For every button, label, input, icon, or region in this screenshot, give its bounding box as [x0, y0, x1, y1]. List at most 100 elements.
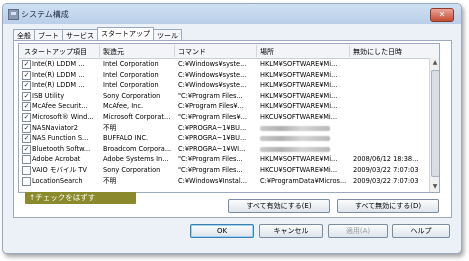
command-path: "C:¥Program Files...: [178, 155, 243, 164]
maker-name: McAfee, Inc.: [103, 102, 144, 111]
location-path: HKLM¥SOFTWARE¥Mi...: [260, 91, 338, 100]
tab-startup[interactable]: スタートアップ: [97, 27, 154, 41]
startup-checkbox[interactable]: ✓: [22, 81, 31, 91]
table-row[interactable]: ✓ Bluetooth Softw... Broadcom Corpora... C:…: [19, 144, 429, 154]
annotation-callout: ↑チェックをはずす: [25, 192, 136, 204]
startup-checkbox[interactable]: ✓: [22, 134, 31, 144]
disabled-date: [353, 101, 423, 111]
maker-name: Intel Corporation: [103, 81, 159, 90]
disabled-date: 2008/06/12 18:38...: [353, 155, 419, 164]
location-path: HKLM¥SOFTWARE¥Mi...: [260, 155, 338, 164]
table-row[interactable]: ✓ Inte(R) LDDM ... Intel Corporation C:¥Win…: [19, 70, 429, 80]
scroll-up-icon[interactable]: ▲: [431, 59, 439, 67]
maker-name: Intel Corporation: [103, 60, 159, 68]
table-row[interactable]: ✓ NASNaviator2 不明 C:¥PROGRA~1¥BU...: [19, 123, 429, 133]
table-row[interactable]: Adobe Acrobat Adobe Systems In... "C:¥Prog…: [19, 154, 429, 165]
maker-name: Sony Corporation: [103, 166, 161, 174]
scroll-thumb[interactable]: [431, 70, 439, 177]
startup-checkbox[interactable]: ✓: [22, 123, 31, 133]
title-bar[interactable]: システム構成 ✕: [3, 4, 461, 24]
table-row[interactable]: VAIO モバイル TV Sony Corporation "C:¥Program …: [19, 165, 429, 175]
item-name: McAfee Securit...: [32, 102, 88, 111]
enable-all-button[interactable]: すべて有効にする(E): [228, 199, 330, 213]
disabled-date: [353, 80, 423, 90]
maker-name: 不明: [103, 123, 117, 132]
scroll-down-icon[interactable]: ▼: [431, 183, 439, 191]
maker-name: Intel Corporation: [103, 70, 159, 79]
table-row[interactable]: ✓ Inte(R) LDDM ... Intel Corporation C:¥Win…: [19, 80, 429, 91]
command-path: C:¥PROGRA~1¥BU...: [178, 123, 247, 132]
redacted-location: [260, 125, 330, 131]
startup-list: スタートアップ項目 製造元 コマンド 場所 無効にした日時 ✓ Inte(R) L…: [18, 43, 440, 193]
maker-name: Adobe Systems In...: [103, 155, 169, 164]
disabled-date: [353, 133, 423, 143]
command-path: C:¥Windows¥syste...: [178, 60, 247, 68]
item-name: Adobe Acrobat: [32, 155, 81, 164]
table-row[interactable]: ✓ McAfee Securit... McAfee, Inc. C:¥Program…: [19, 101, 429, 112]
ok-button[interactable]: OK: [190, 224, 254, 238]
maker-name: Broadcom Corpora...: [103, 144, 172, 153]
startup-checkbox[interactable]: ✓: [22, 113, 31, 122]
column-divider[interactable]: [174, 45, 175, 57]
item-name: Inte(R) LDDM ...: [32, 60, 85, 68]
startup-checkbox[interactable]: ✓: [22, 102, 31, 112]
item-name: Inte(R) LDDM ...: [32, 81, 85, 90]
disabled-date: [353, 91, 423, 101]
item-name: NAS Function S...: [32, 134, 89, 143]
startup-checkbox[interactable]: ✓: [22, 91, 31, 101]
col-disabled-date-header[interactable]: 無効にした日時: [353, 47, 402, 57]
close-button[interactable]: ✕: [430, 8, 454, 22]
window-title: システム構成: [21, 10, 69, 19]
startup-checkbox[interactable]: [22, 176, 31, 186]
disable-all-button[interactable]: すべて無効にする(D): [337, 199, 439, 213]
help-button[interactable]: ヘルプ: [392, 224, 450, 238]
location-path: HKCU¥SOFTWARE¥Mi...: [260, 113, 338, 121]
maker-name: Sony Corporation: [103, 91, 161, 100]
startup-checkbox[interactable]: ✓: [22, 60, 31, 69]
item-name: ISB Utility: [32, 91, 65, 100]
table-row[interactable]: ✓ Microsoft® Wind... Microsoft Corporat...…: [19, 112, 429, 122]
location-path: HKLM¥SOFTWARE¥Mi...: [260, 81, 338, 90]
command-path: C:¥PROGRA~1¥WI...: [178, 144, 246, 153]
app-icon: [8, 9, 19, 20]
table-row[interactable]: ✓ ISB Utility Sony Corporation "C:¥Program …: [19, 91, 429, 101]
maker-name: BUFFALO INC.: [103, 134, 149, 143]
command-path: C:¥Windows¥syste...: [178, 70, 247, 79]
col-command-header[interactable]: コマンド: [178, 47, 206, 57]
vertical-scrollbar[interactable]: ▲ ▼: [429, 58, 439, 192]
table-row[interactable]: LocationSearch 不明 C:¥Windows¥Instal... C:¥P…: [19, 176, 429, 186]
startup-checkbox[interactable]: [22, 166, 31, 175]
table-row[interactable]: ✓ NAS Function S... BUFFALO INC. C:¥PROGRA~…: [19, 133, 429, 144]
column-divider[interactable]: [256, 45, 257, 57]
disabled-date: 2009/03/22 7:07:03: [353, 176, 419, 185]
maker-name: Microsoft Corporat...: [103, 113, 171, 121]
col-location-header[interactable]: 場所: [260, 47, 274, 57]
table-row[interactable]: ✓ Inte(R) LDDM ... Intel Corporation C:¥Win…: [19, 59, 429, 69]
item-name: Microsoft® Wind...: [32, 113, 94, 121]
item-name: NASNaviator2: [32, 123, 78, 132]
column-divider[interactable]: [99, 45, 100, 57]
disabled-date: [353, 123, 423, 133]
startup-checkbox[interactable]: [22, 155, 31, 165]
disabled-date: 2009/03/22 7:07:03: [353, 166, 419, 174]
command-path: C:¥Windows¥syste...: [178, 81, 247, 90]
cancel-button[interactable]: キャンセル: [259, 224, 323, 238]
startup-checkbox[interactable]: ✓: [22, 144, 31, 154]
startup-checkbox[interactable]: ✓: [22, 70, 31, 80]
location-path: HKCU¥SOFTWARE¥Mi...: [260, 166, 338, 174]
apply-button[interactable]: 適用(A): [328, 224, 388, 238]
disabled-date: [353, 59, 423, 69]
command-path: C:¥Program Files¥...: [178, 102, 244, 111]
column-divider[interactable]: [349, 45, 350, 57]
command-path: "C:¥Program Files...: [178, 91, 243, 100]
location-path: HKLM¥SOFTWARE¥Mi...: [260, 60, 338, 68]
command-path: "C:¥Program Files¥...: [178, 113, 247, 121]
col-item-header[interactable]: スタートアップ項目: [24, 47, 87, 57]
col-maker-header[interactable]: 製造元: [103, 47, 124, 57]
command-path: C:¥Windows¥Instal...: [178, 176, 247, 185]
command-path: "C:¥Program Files...: [178, 166, 243, 174]
location-path: HKLM¥SOFTWARE¥Mi...: [260, 70, 338, 79]
command-path: C:¥PROGRA~1¥BU...: [178, 134, 247, 143]
item-name: LocationSearch: [32, 176, 83, 185]
disabled-date: [353, 112, 423, 122]
